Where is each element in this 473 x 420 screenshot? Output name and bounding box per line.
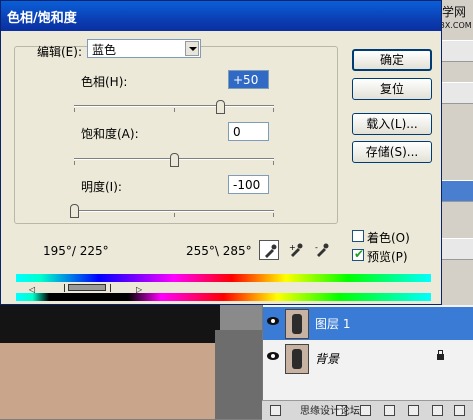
- eyedropper-plus-icon[interactable]: +: [286, 240, 306, 260]
- load-button[interactable]: 载入(L)...: [352, 113, 432, 135]
- layer-thumbnail: [285, 309, 309, 339]
- saturation-slider-thumb[interactable]: [170, 153, 179, 167]
- saturation-label: 饱和度(A):: [81, 127, 139, 141]
- eyedropper-minus-icon[interactable]: -: [312, 240, 332, 260]
- hue-saturation-dialog: 色相/饱和度 编辑(E): 蓝色 色相(H): +50 饱和度(A): 0 明度…: [0, 0, 442, 305]
- eyedropper-icon[interactable]: [259, 240, 279, 260]
- layer-row[interactable]: 背景: [263, 342, 473, 375]
- lightness-input[interactable]: -100: [228, 175, 269, 194]
- svg-text:+: +: [289, 243, 296, 252]
- layers-panel-toolbar: [262, 400, 473, 420]
- add-mask-icon[interactable]: [360, 405, 371, 416]
- lock-icon: [437, 350, 444, 360]
- edit-label: 编辑(E):: [37, 45, 82, 59]
- new-group-icon[interactable]: [408, 405, 419, 416]
- edit-channel-value: 蓝色: [92, 43, 117, 57]
- watermark-footer: 思缘设计论坛: [300, 406, 360, 417]
- background-panel-row: [440, 82, 473, 104]
- layer-name: 图层 1: [315, 317, 351, 331]
- canvas-photo-grey-area: [215, 330, 263, 419]
- hue-slider-track[interactable]: [74, 105, 274, 112]
- lightness-label: 明度(I):: [81, 180, 122, 194]
- eye-icon[interactable]: [267, 352, 279, 360]
- color-spectrum-bar: [16, 274, 431, 282]
- range-left-values: 195°/ 225°: [43, 244, 109, 258]
- range-right-values: 255°\ 285°: [186, 244, 252, 258]
- background-panel-row: [440, 238, 473, 260]
- link-layers-icon[interactable]: [270, 405, 281, 416]
- hue-label: 色相(H):: [81, 75, 128, 89]
- dialog-title: 色相/饱和度: [7, 11, 77, 26]
- background-panel-row: [440, 180, 473, 202]
- edit-channel-select[interactable]: 蓝色: [87, 39, 201, 58]
- hue-slider-thumb[interactable]: [216, 100, 225, 114]
- check-icon: ✔: [354, 247, 365, 261]
- hue-input[interactable]: +50: [228, 70, 269, 89]
- ok-button[interactable]: 确定: [352, 49, 432, 71]
- layer-row[interactable]: 图层 1: [263, 307, 473, 340]
- adjustment-layer-icon[interactable]: [384, 405, 395, 416]
- colorize-checkbox[interactable]: [352, 230, 364, 242]
- new-layer-icon[interactable]: [432, 405, 443, 416]
- lightness-slider-track[interactable]: [74, 210, 274, 217]
- dialog-title-bar[interactable]: 色相/饱和度: [1, 1, 441, 31]
- chevron-down-icon[interactable]: [185, 41, 199, 56]
- adjusted-spectrum-bar: [16, 293, 431, 301]
- save-button[interactable]: 存储(S)...: [352, 141, 432, 163]
- color-range-selection[interactable]: [68, 284, 106, 291]
- background-panel-row: [440, 40, 473, 62]
- preview-checkbox[interactable]: ✔: [352, 247, 365, 261]
- lightness-slider-thumb[interactable]: [70, 204, 79, 218]
- layer-name: 背景: [315, 352, 340, 366]
- svg-text:-: -: [315, 243, 318, 252]
- eye-icon[interactable]: [267, 317, 279, 325]
- layer-thumbnail: [285, 344, 309, 374]
- color-range-bar[interactable]: ◁ ▷: [16, 283, 431, 294]
- preview-label: 预览(P): [367, 250, 408, 264]
- reset-button[interactable]: 复位: [352, 78, 432, 100]
- colorize-label: 着色(O): [367, 231, 410, 245]
- trash-icon[interactable]: [454, 405, 465, 416]
- adjustment-group: [14, 46, 338, 224]
- saturation-input[interactable]: 0: [228, 122, 269, 141]
